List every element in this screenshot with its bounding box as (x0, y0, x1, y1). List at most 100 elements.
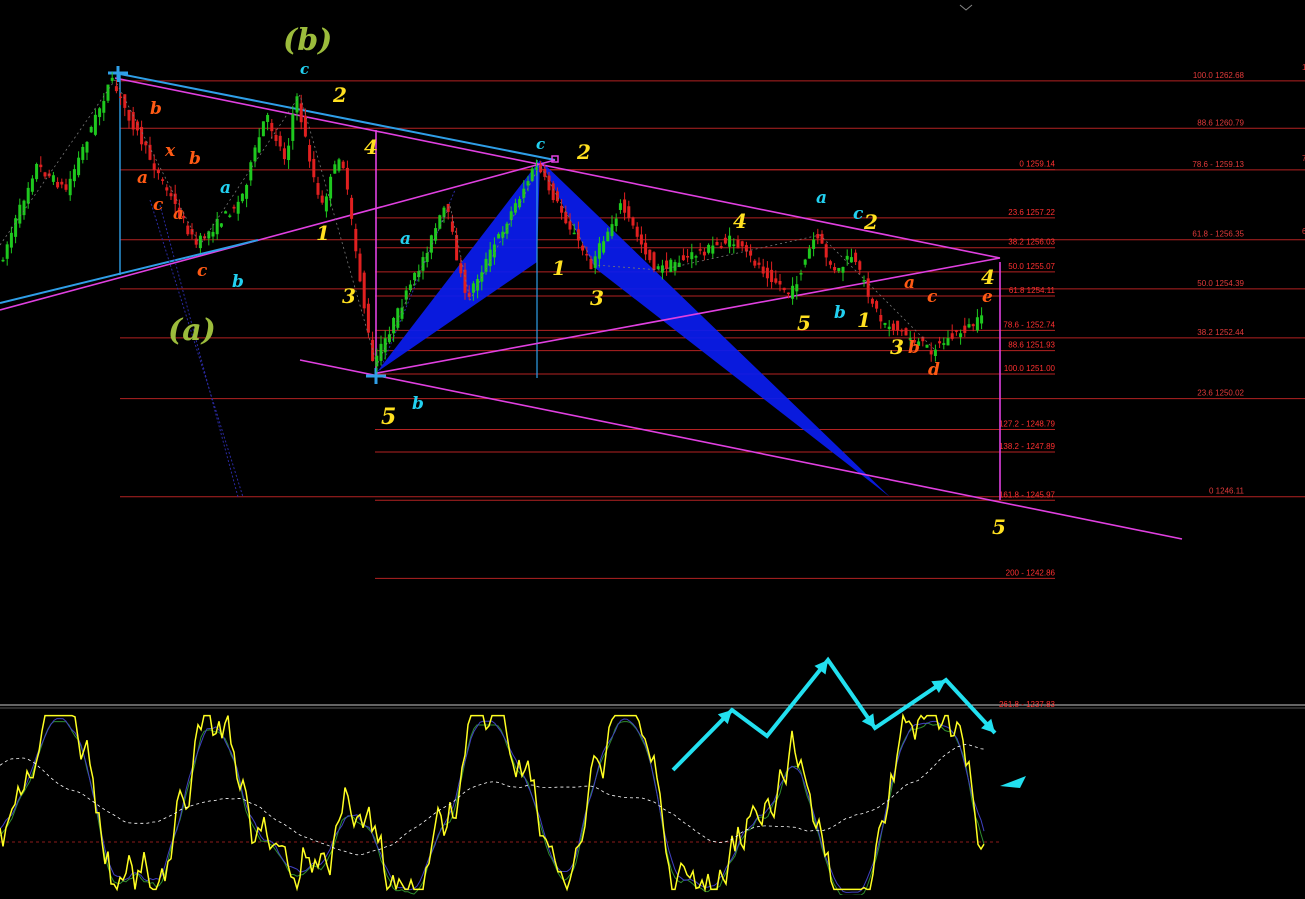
wave-label: a (173, 204, 184, 224)
candle-body (870, 298, 874, 304)
wave-label: a (816, 188, 827, 208)
candle-body (711, 245, 715, 254)
candle-body (732, 244, 736, 246)
candle-body (5, 244, 9, 259)
candle-body (476, 279, 480, 291)
candle-body (925, 344, 929, 348)
candle-body (862, 280, 866, 282)
candle-body (581, 245, 585, 251)
candle-body (421, 257, 425, 271)
candle-body (165, 187, 169, 191)
wave-label: b (150, 99, 162, 119)
candle-body (266, 114, 270, 122)
candle-body (652, 252, 656, 271)
candle-body (875, 301, 879, 309)
candle-body (791, 285, 795, 299)
candle-body (459, 263, 463, 274)
candle-body (942, 343, 946, 345)
fib-level-label-mid: 138.2 - 1247.89 (999, 442, 1056, 451)
candle-body (841, 266, 845, 273)
wave-label: c (153, 195, 164, 215)
wave-label: 2 (863, 210, 878, 234)
candle-body (564, 211, 568, 224)
candle-body (81, 146, 85, 160)
candle-body (820, 233, 824, 244)
candle-body (627, 206, 631, 218)
candle-body (312, 158, 316, 178)
oscillator-signal-line (0, 744, 985, 856)
candle-body (669, 259, 673, 273)
candle-body (568, 221, 572, 230)
fib-level-label-left: 61.8 - 1256.35 (1192, 230, 1244, 239)
wave-label: 2 (576, 140, 591, 164)
candle-body (963, 325, 967, 333)
candle-body (602, 241, 606, 253)
fib-level-label-mid: 161.8 - 1245.97 (999, 490, 1056, 499)
fib-level-label-mid: 50.0 1255.07 (1008, 262, 1055, 271)
wave-label: d (928, 360, 940, 380)
arrow-head-icon (1000, 776, 1026, 788)
candle-body (887, 326, 891, 329)
candle-body (93, 114, 97, 135)
candle-body (236, 201, 240, 214)
candle-body (761, 266, 765, 274)
wave-label: b (412, 394, 424, 414)
wave-label: 3 (342, 284, 356, 308)
candle-body (606, 231, 610, 242)
candle-body (161, 179, 165, 181)
candle-body (547, 175, 551, 191)
candle-body (320, 195, 324, 203)
candle-body (249, 162, 253, 181)
candle-body (824, 244, 828, 258)
candle-body (778, 280, 782, 285)
candle-body (812, 239, 816, 249)
candle-body (26, 187, 30, 204)
candle-body (102, 101, 106, 113)
candle-body (849, 257, 853, 263)
candle-body (572, 232, 576, 235)
candle-body (198, 235, 202, 249)
candle-body (98, 108, 102, 118)
candle-body (497, 234, 501, 239)
candle-body (337, 159, 341, 171)
candle-body (879, 314, 883, 322)
fib-level-label-mid: 78.6 - 1252.74 (1003, 320, 1055, 329)
wave-label: 5 (992, 515, 1006, 539)
wave-label: b (189, 149, 201, 169)
candle-body (383, 338, 387, 353)
wave-label: a (220, 178, 231, 198)
candle-body (56, 181, 60, 188)
candle-body (530, 168, 534, 182)
candle-body (795, 284, 799, 292)
wave-label: c (197, 261, 208, 281)
candle-body (224, 211, 228, 214)
candle-body (375, 355, 379, 367)
wave-label: 3 (590, 286, 604, 310)
candle-body (782, 287, 786, 291)
oscillator-line-blue (0, 718, 985, 893)
candle-body (110, 77, 114, 81)
candle-body (723, 237, 727, 244)
candle-body (291, 114, 295, 141)
candle-body (509, 211, 513, 220)
candle-body (18, 204, 22, 224)
candle-body (274, 134, 278, 141)
candle-body (316, 183, 320, 195)
candle-body (644, 242, 648, 255)
candle-body (681, 255, 685, 261)
candle-body (455, 234, 459, 261)
fib-level-label-mid: 61.8 1254.11 (1009, 286, 1056, 295)
candle-body (665, 260, 669, 269)
candle-body (186, 225, 190, 235)
candle-body (975, 317, 979, 331)
wave-zigzag (0, 79, 936, 367)
candle-body (9, 232, 13, 248)
candle-body (648, 249, 652, 261)
candle-body (900, 329, 904, 332)
wave-label: 4 (364, 135, 378, 159)
candle-body (866, 278, 870, 297)
candle-body (891, 323, 895, 331)
candle-body (954, 330, 958, 332)
candle-body (623, 199, 627, 213)
candle-body (593, 256, 597, 268)
